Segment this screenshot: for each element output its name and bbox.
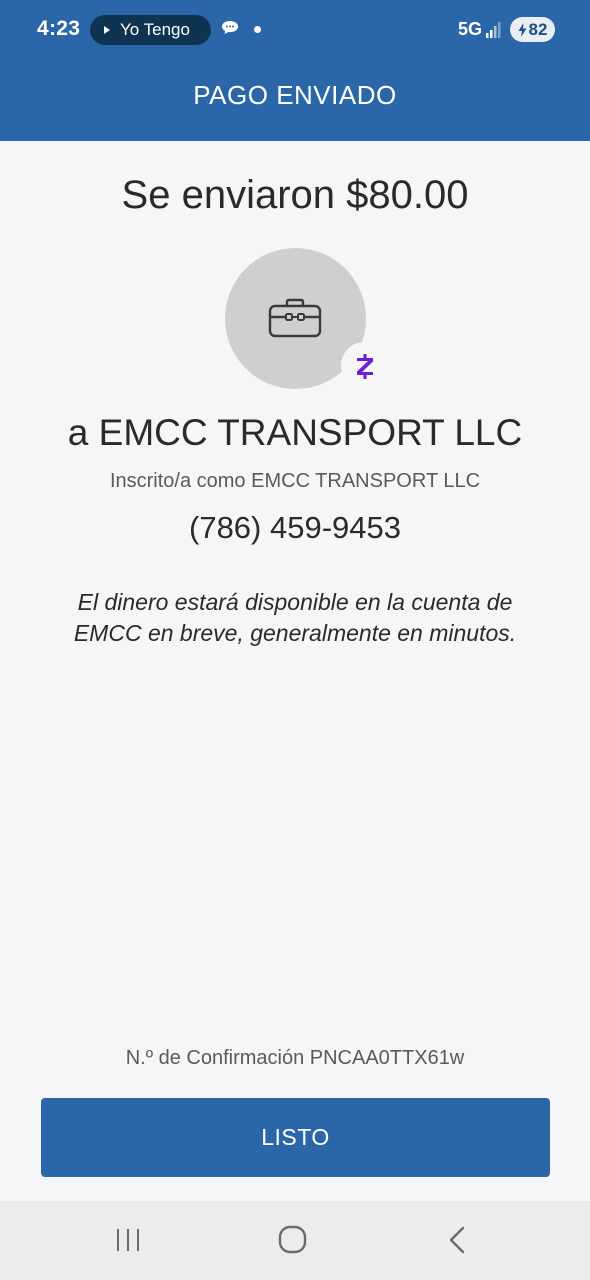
- status-bar: 4:23 Yo Tengo 5G 82: [0, 0, 590, 60]
- play-icon: [104, 26, 110, 34]
- page-title: PAGO ENVIADO: [193, 80, 397, 110]
- amount-sent-heading: Se enviaron $80.00: [121, 173, 469, 217]
- availability-notice: El dinero estará disponible en la cuenta…: [73, 589, 517, 646]
- charging-bolt-icon: [518, 22, 527, 37]
- chat-bubble-icon: [222, 21, 238, 34]
- recipient-name: a EMCC TRANSPORT LLC: [67, 412, 523, 453]
- battery-indicator: 82: [510, 17, 555, 42]
- network-type: 5G: [458, 19, 483, 39]
- zelle-icon: [356, 353, 373, 379]
- battery-level: 82: [528, 19, 548, 39]
- media-playing-pill[interactable]: Yo Tengo: [90, 15, 211, 45]
- recipient-phone: (786) 459-9453: [189, 510, 401, 545]
- home-icon[interactable]: [278, 1225, 307, 1254]
- back-icon[interactable]: [447, 1225, 467, 1255]
- system-navigation-bar: [0, 1201, 590, 1280]
- signal-strength-icon: [486, 22, 501, 38]
- media-title: Yo Tengo: [120, 20, 190, 39]
- confirmation-number: N.º de Confirmación PNCAA0TTX61w: [125, 1047, 465, 1069]
- briefcase-icon: [268, 298, 322, 338]
- done-button[interactable]: LISTO: [41, 1098, 550, 1177]
- status-time: 4:23: [37, 17, 81, 40]
- notification-dot-icon: [254, 26, 261, 33]
- zelle-badge: [341, 342, 388, 389]
- app-top-bar: 4:23 Yo Tengo 5G 82 PAGO ENVIADO: [0, 0, 590, 141]
- recipient-enrolled-as: Inscrito/a como EMCC TRANSPORT LLC: [109, 470, 481, 492]
- recents-icon[interactable]: [114, 1227, 142, 1253]
- payment-sent-screen: 4:23 Yo Tengo 5G 82 PAGO ENVIADO Se envi…: [0, 0, 590, 1280]
